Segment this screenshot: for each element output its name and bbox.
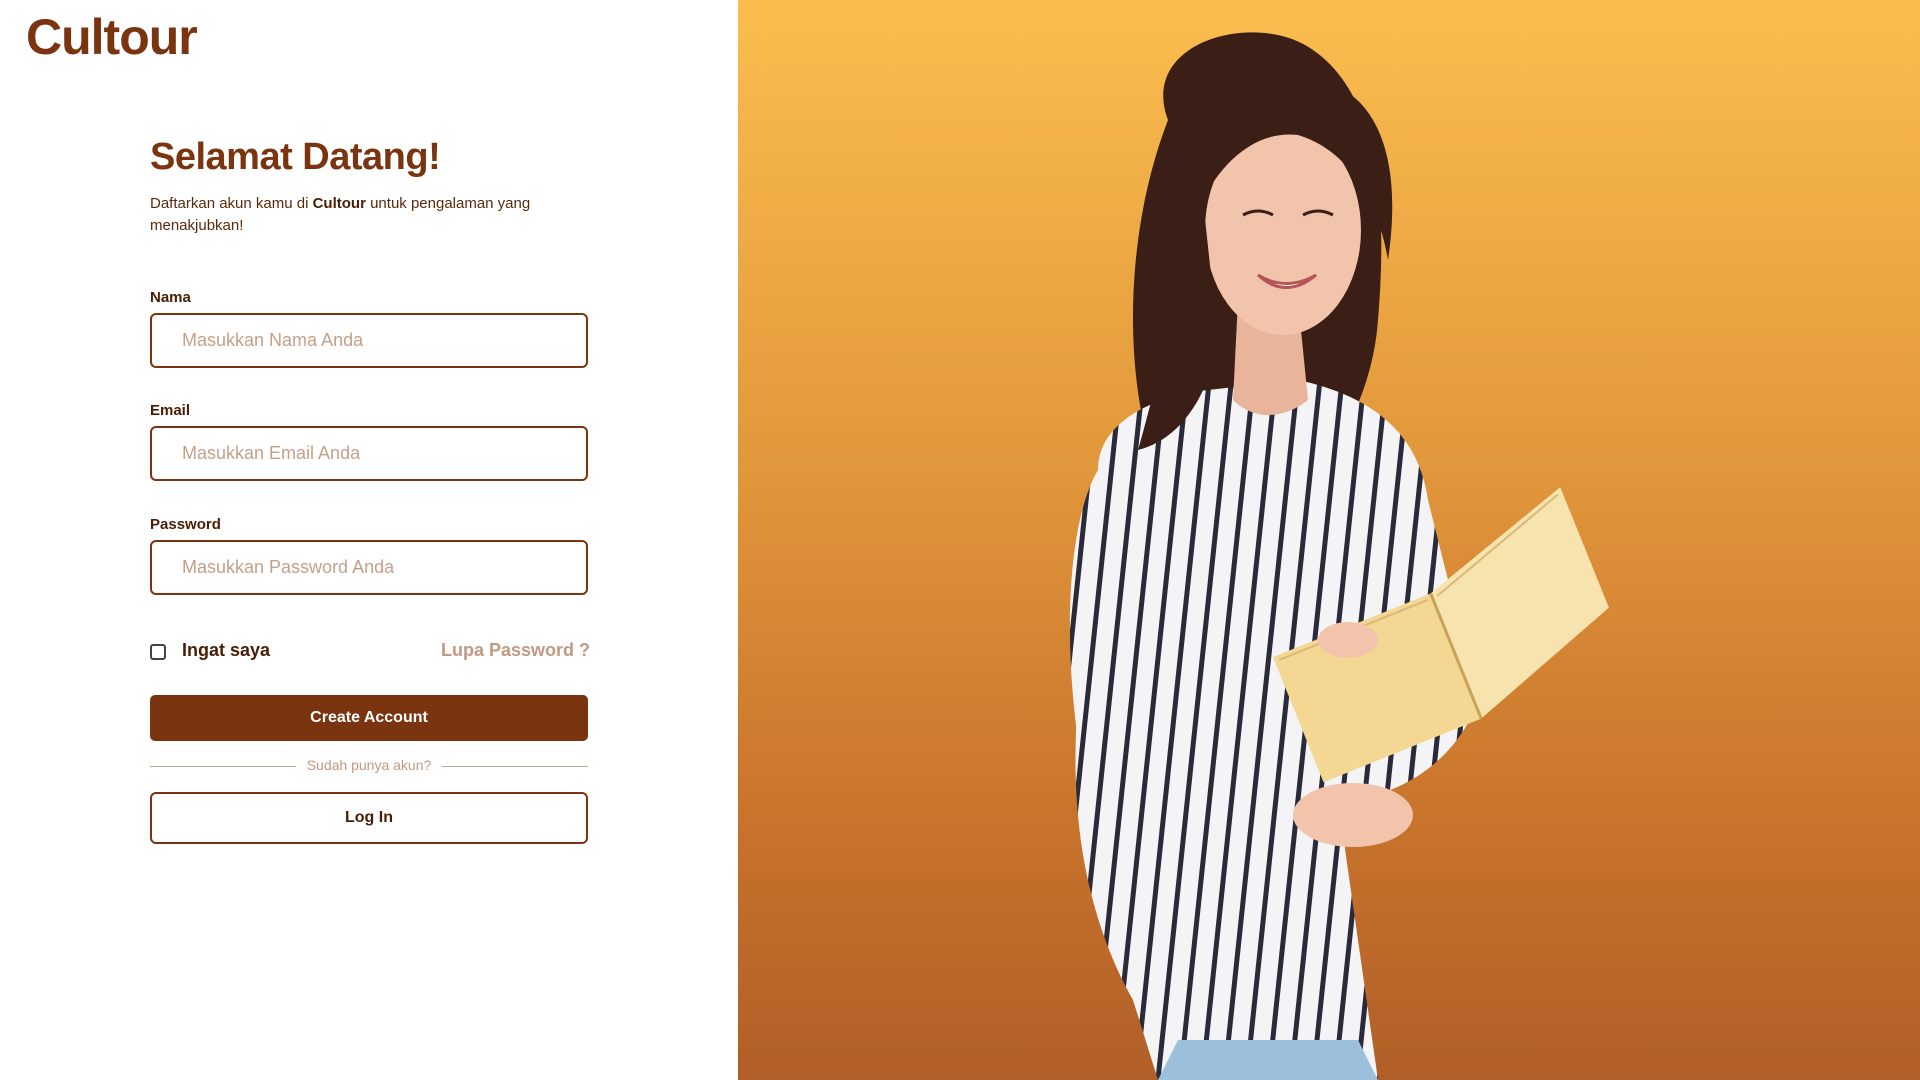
login-divider: Sudah punya akun? [150, 756, 588, 776]
page-title: Selamat Datang! [150, 136, 441, 178]
form-panel: Cultour Selamat Datang! Daftarkan akun k… [0, 0, 738, 1080]
subtitle-brand: Cultour [312, 195, 366, 212]
left-hand [1318, 622, 1378, 658]
remember-checkbox[interactable] [150, 644, 166, 660]
email-input[interactable] [150, 426, 588, 481]
email-label: Email [150, 402, 191, 419]
name-field-group: Nama [150, 289, 588, 368]
hero-panel [738, 0, 1920, 1080]
remember-label[interactable]: Ingat saya [182, 640, 270, 661]
name-label: Nama [150, 289, 191, 306]
page-subtitle: Daftarkan akun kamu di Cultour untuk pen… [150, 193, 550, 237]
name-input[interactable] [150, 313, 588, 368]
subtitle-prefix: Daftarkan akun kamu di [150, 195, 313, 212]
forgot-password-link[interactable]: Lupa Password ? [441, 640, 590, 661]
login-button[interactable]: Log In [150, 792, 588, 844]
register-form: Selamat Datang! Daftarkan akun kamu di C… [150, 136, 590, 844]
create-account-button[interactable]: Create Account [150, 695, 588, 741]
divider-text: Sudah punya akun? [306, 757, 432, 773]
hero-woman-reading-illustration [1069, 32, 1609, 1080]
brand-logo[interactable]: Cultour [26, 8, 198, 66]
password-field-group: Password [150, 516, 588, 595]
register-page: Cultour Selamat Datang! Daftarkan akun k… [0, 0, 1920, 1080]
email-field-group: Email [150, 402, 588, 481]
password-label: Password [150, 516, 221, 533]
password-input[interactable] [150, 540, 588, 595]
jeans [1158, 1040, 1378, 1080]
remember-row: Ingat saya Lupa Password ? [150, 638, 590, 666]
right-hand [1293, 783, 1413, 847]
divider-line-right [442, 766, 588, 767]
